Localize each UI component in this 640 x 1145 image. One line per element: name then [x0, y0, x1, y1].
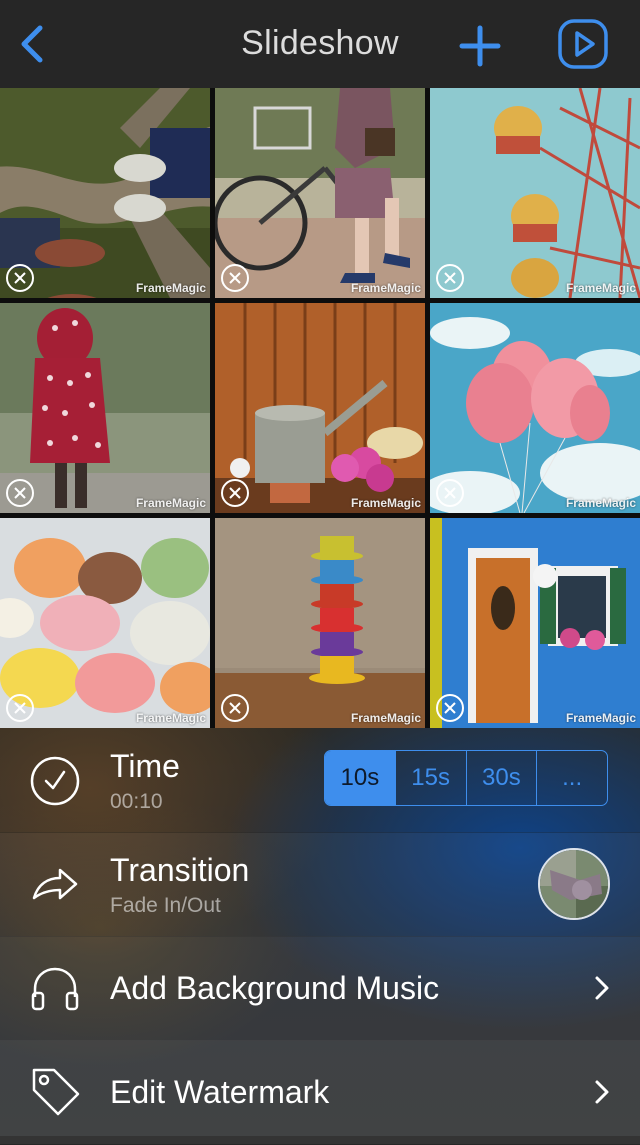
close-circle-icon	[436, 694, 464, 722]
photo-tile[interactable]: FrameMagic	[0, 518, 210, 728]
add-background-music-label: Add Background Music	[110, 970, 440, 1006]
remove-photo-button[interactable]	[434, 262, 466, 294]
photo-tile[interactable]: FrameMagic	[0, 88, 210, 298]
photo-tile[interactable]: FrameMagic	[215, 88, 425, 298]
transition-label: Transition	[110, 852, 250, 888]
slideshow-settings: Time 00:10 10s 15s 30s ... Transition Fa…	[0, 728, 640, 1145]
duration-option-10s[interactable]: 10s	[325, 751, 395, 805]
watermark-label: FrameMagic	[135, 281, 206, 295]
close-circle-icon	[6, 479, 34, 507]
close-circle-icon	[221, 264, 249, 292]
duration-option-30s[interactable]: 30s	[465, 751, 537, 805]
watermark-label: FrameMagic	[350, 711, 421, 725]
remove-photo-button[interactable]	[4, 477, 36, 509]
close-circle-icon	[436, 264, 464, 292]
play-slideshow-button[interactable]	[557, 18, 609, 70]
duration-option-15s[interactable]: 15s	[394, 751, 466, 805]
page-title: Slideshow	[241, 24, 399, 62]
close-circle-icon	[6, 264, 34, 292]
photo-tile[interactable]: FrameMagic	[0, 303, 210, 513]
plus-icon	[459, 25, 501, 67]
remove-photo-button[interactable]	[4, 692, 36, 724]
remove-photo-button[interactable]	[434, 692, 466, 724]
chevron-right-icon	[595, 1080, 609, 1104]
duration-segmented-control: 10s 15s 30s ...	[324, 750, 608, 806]
duration-option-more[interactable]: ...	[536, 751, 607, 805]
watermark-label: FrameMagic	[565, 281, 636, 295]
watermark-label: FrameMagic	[135, 496, 206, 510]
watermark-label: FrameMagic	[565, 496, 636, 510]
remove-photo-button[interactable]	[4, 262, 36, 294]
remove-photo-button[interactable]	[434, 477, 466, 509]
headphones-icon	[31, 967, 79, 1011]
time-value: 00:10	[110, 790, 163, 813]
remove-photo-button[interactable]	[219, 477, 251, 509]
watermark-label: FrameMagic	[350, 281, 421, 295]
time-row: Time 00:10 10s 15s 30s ...	[0, 728, 640, 833]
watermark-label: FrameMagic	[565, 711, 636, 725]
close-circle-icon	[221, 479, 249, 507]
transition-preview-image	[540, 850, 608, 918]
remove-photo-button[interactable]	[219, 692, 251, 724]
close-circle-icon	[6, 694, 34, 722]
clock-icon	[30, 756, 80, 806]
time-label: Time	[110, 748, 180, 784]
transition-preview-thumbnail[interactable]	[538, 848, 610, 920]
play-circle-icon	[558, 19, 608, 69]
watermark-label: FrameMagic	[350, 496, 421, 510]
watermark-label: FrameMagic	[135, 711, 206, 725]
photo-tile[interactable]: FrameMagic	[215, 303, 425, 513]
edit-watermark-row[interactable]: Edit Watermark	[0, 1040, 640, 1145]
photo-tile[interactable]: FrameMagic	[430, 303, 640, 513]
close-circle-icon	[221, 694, 249, 722]
tag-icon	[32, 1068, 80, 1116]
photo-tile[interactable]: FrameMagic	[430, 88, 640, 298]
add-photo-button[interactable]	[456, 22, 504, 70]
transition-row[interactable]: Transition Fade In/Out	[0, 832, 640, 937]
chevron-right-icon	[595, 976, 609, 1000]
close-circle-icon	[436, 479, 464, 507]
remove-photo-button[interactable]	[219, 262, 251, 294]
photo-tile[interactable]: FrameMagic	[430, 518, 640, 728]
add-background-music-row[interactable]: Add Background Music	[0, 936, 640, 1041]
navigation-bar: Slideshow	[0, 0, 640, 88]
photo-grid: FrameMagic FrameMagic FrameMagic FrameMa…	[0, 88, 640, 728]
share-arrow-icon	[32, 868, 78, 900]
photo-tile[interactable]: FrameMagic	[215, 518, 425, 728]
transition-value: Fade In/Out	[110, 894, 221, 917]
edit-watermark-label: Edit Watermark	[110, 1074, 330, 1110]
